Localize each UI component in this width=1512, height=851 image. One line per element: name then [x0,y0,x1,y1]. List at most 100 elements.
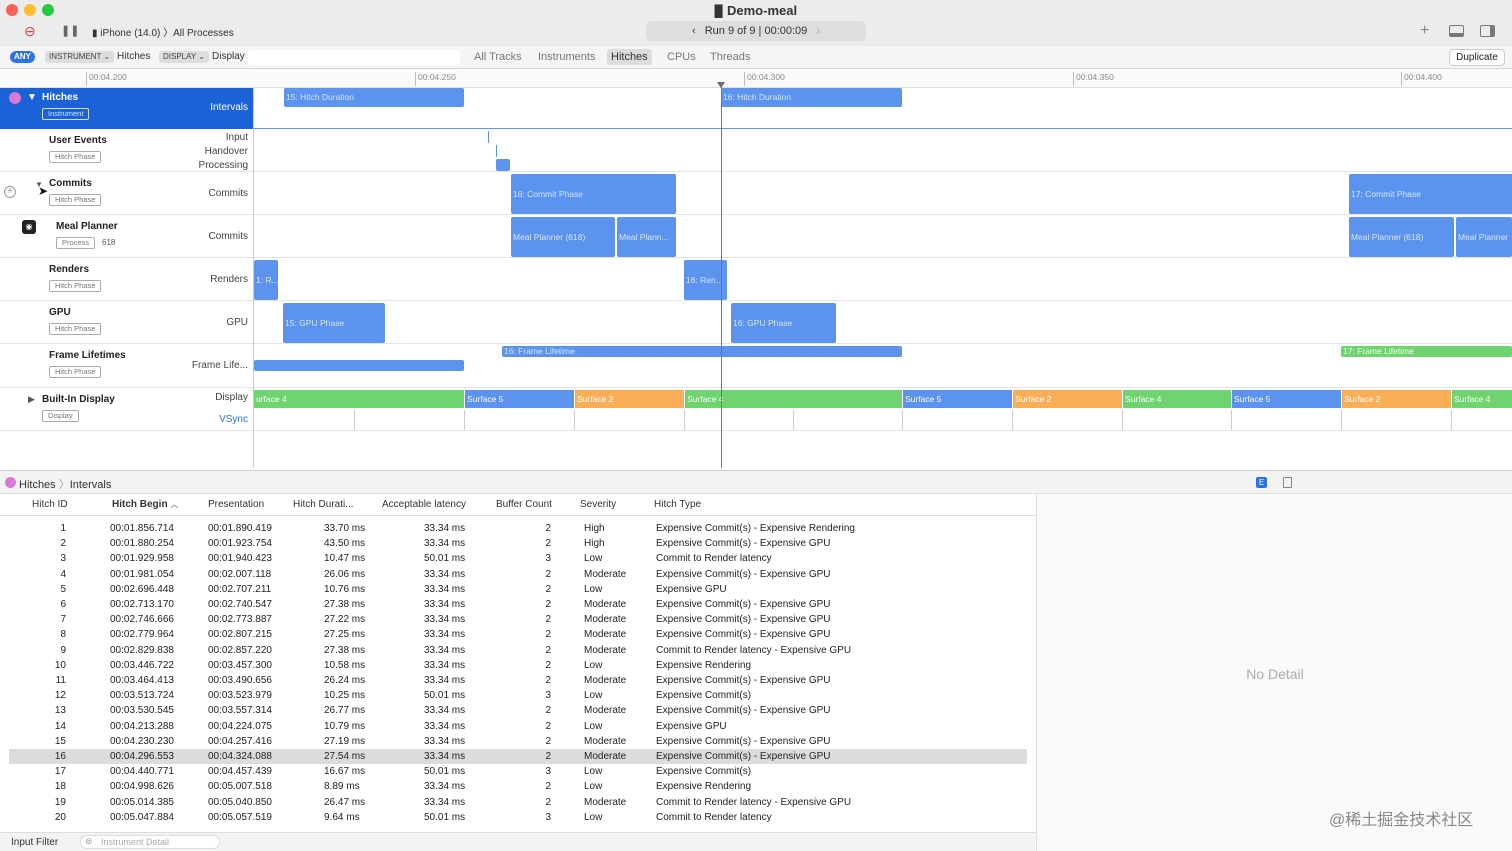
table-row[interactable]: 5 00:02.696.448 00:02.707.211 10.76 ms 33.34… [9,582,1027,597]
bottom-panel-toggle-icon[interactable] [1449,25,1464,37]
add-icon[interactable]: + [1420,23,1429,39]
table-row[interactable]: 11 00:03.464.413 00:03.490.656 26.24 ms 33.3… [9,673,1027,688]
frame-lifetime-bar[interactable] [254,360,464,371]
target-selector[interactable]: ▮ iPhone (14.0) 〉All Processes [92,24,234,39]
document-icon[interactable] [1283,477,1292,488]
table-cell: 33.34 ms [424,781,466,793]
table-cell: 00:04.257.416 [208,735,272,747]
column-hitch-duration[interactable]: Hitch Durati... [293,499,354,510]
hitches-track[interactable]: ▼ Hitches Instrument Intervals 15: Hitch… [0,88,1512,129]
track-label-divider[interactable] [253,88,254,468]
table-row[interactable]: 16 00:04.296.553 00:04.324.088 27.54 ms 33.3… [9,749,1027,764]
table-row[interactable]: 19 00:05.014.385 00:05.040.850 26.47 ms 33.3… [9,795,1027,810]
process-commit-bar[interactable]: Meal Planner (618) [1349,217,1454,257]
input-filter-label[interactable]: Input Filter [11,837,58,848]
renders-track[interactable]: Renders Hitch Phase Renders 1: R... 16: … [0,258,1512,301]
table-cell: 00:04.224.075 [208,720,272,732]
playhead-line[interactable] [721,82,722,468]
surface-segment[interactable]: urface 4 [254,390,464,408]
gpu-track[interactable]: GPU Hitch Phase GPU 15: GPU Phase 16: GP… [0,301,1512,344]
table-cell: 2 [545,781,551,793]
render-phase-bar[interactable]: 1: R... [254,260,278,300]
surface-segment[interactable]: Surface 5 [903,390,1012,408]
table-cell: 00:01.981.054 [110,568,174,580]
vsync-mark [902,410,903,430]
table-row[interactable]: 17 00:04.440.771 00:04.457.439 16.67 ms 50.0… [9,764,1027,779]
gpu-phase-bar[interactable]: 16: GPU Phase [731,303,836,343]
instrument-filter-chip[interactable]: INSTRUMENT ⌄ [45,51,115,63]
extended-detail-icon[interactable]: E [1256,477,1267,488]
surface-segment[interactable]: Surface 2 [1013,390,1122,408]
record-stop-icon[interactable]: ⊖ [24,24,36,38]
pause-icon[interactable]: ❚❚ [61,24,79,38]
commit-phase-bar[interactable]: 16: Commit Phase [511,174,676,214]
frame-lifetimes-track[interactable]: Frame Lifetimes Hitch Phase Frame Life..… [0,344,1512,388]
column-hitch-begin[interactable]: Hitch Begin ︿ [112,499,178,510]
table-row[interactable]: 20 00:05.047.884 00:05.057.519 9.64 ms 50.01… [9,810,1027,825]
table-row[interactable]: 10 00:03.446.722 00:03.457.300 10.58 ms 33.3… [9,658,1027,673]
surface-segment[interactable]: Surface 2 [1342,390,1451,408]
user-events-track[interactable]: User Events Hitch Phase Input Handover P… [0,129,1512,172]
commit-phase-bar[interactable]: 17: Commit Phase [1349,174,1512,214]
track-subtitle: Renders [210,274,248,285]
tab-all-tracks[interactable]: All Tracks [470,49,526,65]
chevron-right-icon[interactable]: › [816,25,820,37]
table-row[interactable]: 18 00:04.998.626 00:05.007.518 8.89 ms 33.34… [9,779,1027,794]
duplicate-button[interactable]: Duplicate [1449,49,1505,66]
process-commit-bar[interactable]: Meal Planner [1456,217,1512,257]
table-row[interactable]: 8 00:02.779.964 00:02.807.215 27.25 ms 33.34… [9,627,1027,642]
table-row[interactable]: 2 00:01.880.254 00:01.923.754 43.50 ms 33.34… [9,536,1027,551]
surface-segment[interactable]: Surface 4 [1123,390,1231,408]
table-row[interactable]: 15 00:04.230.230 00:04.257.416 27.19 ms 33.3… [9,734,1027,749]
gpu-phase-bar[interactable]: 15: GPU Phase [283,303,385,343]
handover-event-mark[interactable] [496,145,497,157]
hitch-duration-bar[interactable]: 15: Hitch Duration [284,88,464,107]
tab-threads[interactable]: Threads [706,49,754,65]
time-ruler[interactable]: 00:04.200 00:04.250 00:04.300 00:04.350 … [0,69,1512,88]
input-event-mark[interactable] [488,131,489,143]
surface-segment[interactable]: Surface 5 [465,390,574,408]
tab-hitches[interactable]: Hitches [607,49,652,65]
column-hitch-id[interactable]: Hitch ID [32,499,68,510]
frame-lifetime-bar[interactable]: 17: Frame Lifetime [1341,346,1512,357]
column-buffer-count[interactable]: Buffer Count [496,499,552,510]
column-presentation[interactable]: Presentation [208,499,264,510]
table-row[interactable]: 13 00:03.530.545 00:03.557.314 26.77 ms 33.3… [9,703,1027,718]
frame-lifetime-bar[interactable]: 16: Frame Lifetime [502,346,902,357]
surface-segment[interactable]: Surface 4 [1452,390,1512,408]
any-filter-chip[interactable]: ANY [10,51,35,63]
tab-instruments[interactable]: Instruments [534,49,599,65]
column-hitch-type[interactable]: Hitch Type [654,499,701,510]
table-cell: 7 [60,614,66,626]
hitch-duration-bar[interactable]: 16: Hitch Duration [721,88,902,107]
filter-input[interactable] [248,50,460,65]
table-row[interactable]: 7 00:02.746.666 00:02.773.887 27.22 ms 33.34… [9,612,1027,627]
surface-segment[interactable]: Surface 4 [685,390,902,408]
disclosure-right-icon[interactable]: ▶ [28,394,35,405]
surface-segment[interactable]: Surface 5 [1232,390,1341,408]
table-row[interactable]: 14 00:04.213.288 00:04.224.075 10.79 ms 33.3… [9,719,1027,734]
column-severity[interactable]: Severity [580,499,616,510]
display-filter-chip[interactable]: DISPLAY ⌄ [159,51,209,63]
add-track-icon[interactable]: + [4,186,16,198]
table-row[interactable]: 6 00:02.713.170 00:02.740.547 27.38 ms 33.34… [9,597,1027,612]
breadcrumb[interactable]: Hitches 〉Intervals [19,476,111,492]
process-commit-bar[interactable]: Meal Planner (618) [511,217,615,257]
commits-track[interactable]: + ▼ Commits Hitch Phase Commits 16: Comm… [0,172,1512,215]
table-row[interactable]: 9 00:02.829.838 00:02.857.220 27.38 ms 33.34… [9,643,1027,658]
disclosure-down-icon[interactable]: ▼ [27,92,37,103]
table-row[interactable]: 3 00:01.929.958 00:01.940.423 10.47 ms 50.01… [9,551,1027,566]
column-acceptable-latency[interactable]: Acceptable latency [382,499,466,510]
table-row[interactable]: 12 00:03.513.724 00:03.523.979 10.25 ms 50.0… [9,688,1027,703]
surface-segment[interactable]: Surface 2 [575,390,684,408]
right-panel-toggle-icon[interactable] [1480,25,1495,37]
run-selector[interactable]: ‹ Run 9 of 9 | 00:00:09 › [646,21,866,41]
table-row[interactable]: 1 00:01.856.714 00:01.890.419 33.70 ms 33.34… [9,521,1027,536]
tab-cpus[interactable]: CPUs [663,49,700,65]
table-row[interactable]: 4 00:01.981.054 00:02.007.118 26.06 ms 33.34… [9,567,1027,582]
instrument-detail-field[interactable]: ⊜ Instrument Detail [80,835,220,849]
meal-planner-track[interactable]: ◉ Meal Planner Process 618 Commits Meal … [0,215,1512,258]
process-commit-bar[interactable]: Meal Plann... [617,217,676,257]
chevron-left-icon[interactable]: ‹ [692,25,696,37]
processing-event-mark[interactable] [496,159,510,171]
